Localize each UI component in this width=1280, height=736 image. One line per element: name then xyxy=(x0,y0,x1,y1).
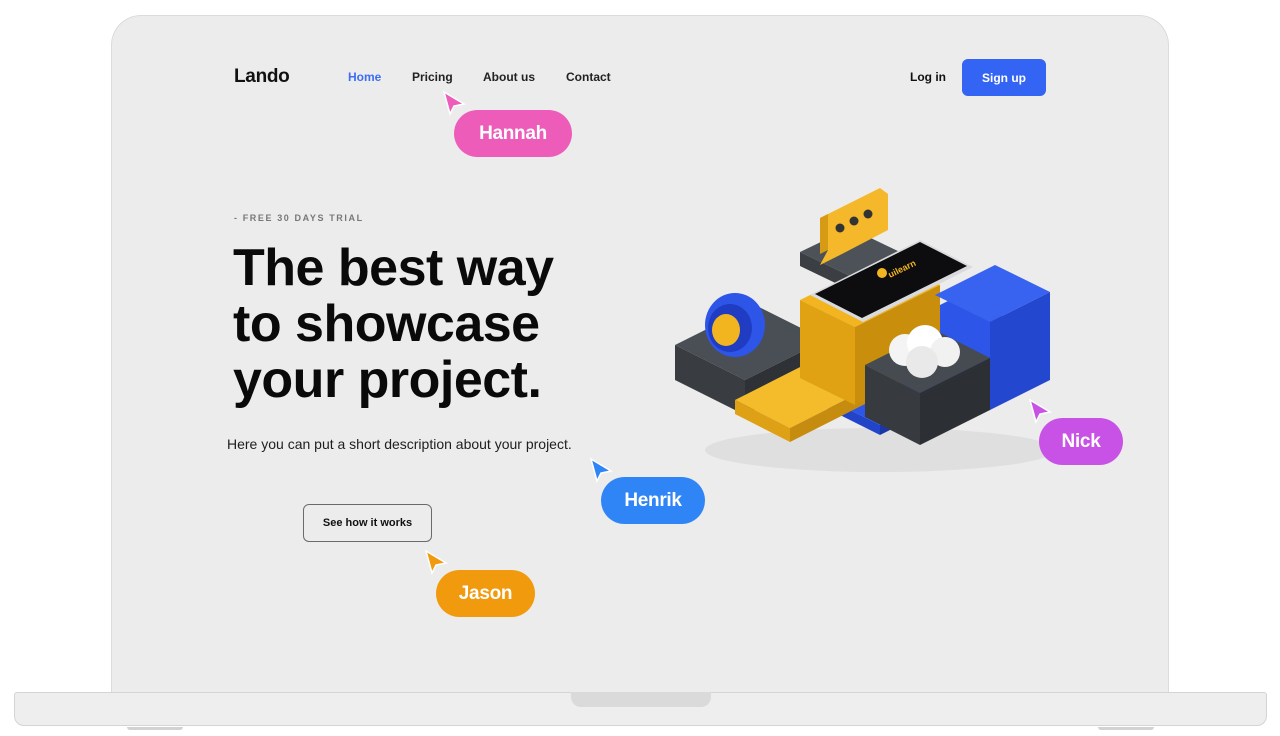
nav-link-home[interactable]: Home xyxy=(348,70,381,84)
nav-link-pricing[interactable]: Pricing xyxy=(412,70,453,84)
login-link[interactable]: Log in xyxy=(910,70,946,84)
hannah-cursor-icon xyxy=(442,90,467,116)
laptop-base xyxy=(14,692,1267,730)
signup-button[interactable]: Sign up xyxy=(962,59,1046,96)
jason-cursor-icon xyxy=(424,549,449,575)
logo[interactable]: Lando xyxy=(234,66,290,88)
cursor-label-jason: Jason xyxy=(436,570,535,617)
cursor-label-hannah: Hannah xyxy=(454,110,572,157)
nav-link-about-us[interactable]: About us xyxy=(483,70,535,84)
laptop-foot-right xyxy=(1098,727,1154,730)
headline-line-2: to showcase xyxy=(233,295,540,353)
trial-eyebrow: - FREE 30 DAYS TRIAL xyxy=(234,213,364,223)
nav-link-contact[interactable]: Contact xyxy=(566,70,611,84)
hero-description: Here you can put a short description abo… xyxy=(227,436,572,452)
see-how-it-works-button[interactable]: See how it works xyxy=(303,504,432,542)
cursor-label-henrik: Henrik xyxy=(601,477,705,524)
henrik-cursor-icon xyxy=(589,457,614,483)
laptop-notch xyxy=(571,692,711,707)
hero-headline: The best way to showcase your project. xyxy=(233,240,653,408)
hero-illustration: uilearn xyxy=(675,188,1055,472)
nick-cursor-icon xyxy=(1028,398,1053,424)
headline-line-3: your project. xyxy=(233,351,542,409)
laptop-foot-left xyxy=(127,727,183,730)
cursor-label-nick: Nick xyxy=(1039,418,1123,465)
headline-line-1: The best way xyxy=(233,239,554,297)
